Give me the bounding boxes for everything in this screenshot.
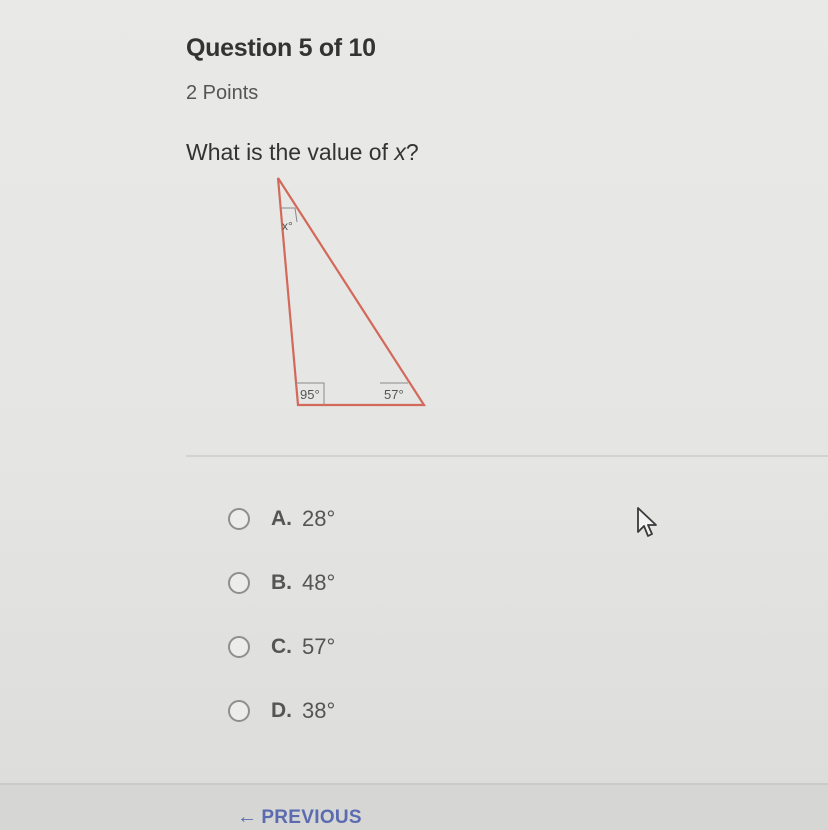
option-text: 57° (302, 634, 336, 659)
radio-button-d[interactable] (228, 700, 250, 722)
option-text: 28° (302, 506, 336, 531)
prompt-prefix: What is the value of (186, 139, 395, 165)
answer-option-d[interactable]: D. 38° (228, 693, 335, 729)
angle-label-bottom-left: 95° (300, 387, 320, 402)
prompt-suffix: ? (405, 139, 419, 165)
option-letter: C. (271, 635, 292, 658)
arrow-left-icon: ← (237, 806, 258, 828)
angle-label-bottom-right: 57° (384, 387, 404, 402)
previous-button[interactable]: ← PREVIOUS (237, 806, 362, 829)
option-letter: D. (271, 699, 292, 722)
radio-button-a[interactable] (228, 508, 250, 530)
option-letter: B. (271, 571, 292, 594)
triangle-figure: x° 95° 57° (276, 177, 427, 407)
footer-bar (0, 783, 828, 830)
option-text: 48° (302, 570, 336, 595)
radio-button-b[interactable] (228, 572, 250, 594)
option-letter: A. (271, 507, 292, 530)
angle-label-top: x° (282, 219, 293, 233)
mouse-pointer-icon (637, 507, 657, 537)
question-title: Question 5 of 10 (186, 34, 376, 62)
prompt-variable: x (394, 139, 406, 165)
answer-option-a[interactable]: A. 28° (228, 501, 335, 537)
answer-option-b[interactable]: B. 48° (228, 565, 335, 601)
answer-option-c[interactable]: C. 57° (228, 629, 335, 665)
triangle-outline (276, 177, 427, 407)
section-divider (186, 455, 828, 457)
question-prompt: What is the value of x? (186, 139, 419, 166)
radio-button-c[interactable] (228, 636, 250, 658)
quiz-page: Question 5 of 10 2 Points What is the va… (0, 0, 828, 830)
option-text: 38° (302, 698, 336, 723)
question-points: 2 Points (186, 82, 259, 104)
previous-label: PREVIOUS (261, 806, 362, 828)
